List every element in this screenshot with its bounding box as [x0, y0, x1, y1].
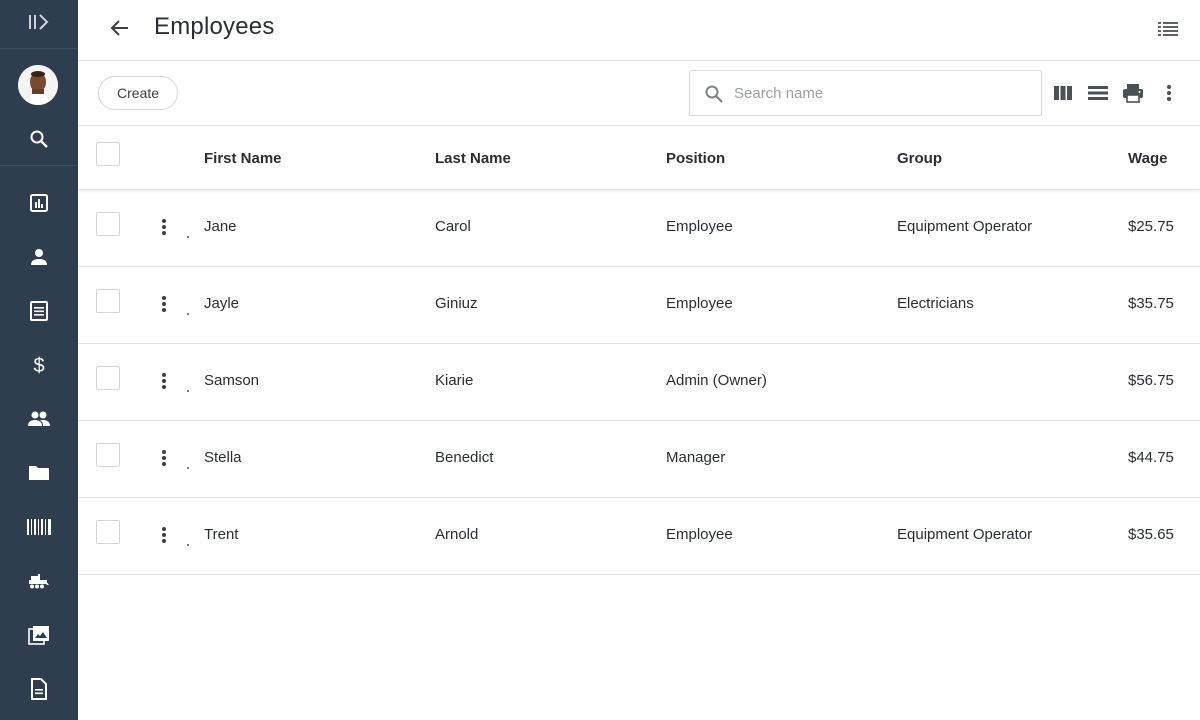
- cell-last-name: Carol: [435, 218, 471, 235]
- cell-wage: $44.75: [1128, 449, 1174, 466]
- cell-first-name: Jayle: [204, 295, 240, 312]
- row-indicator: [187, 390, 189, 392]
- cell-last-name: Benedict: [435, 449, 494, 466]
- table-row[interactable]: Jane Carol Employee Equipment Operator $…: [78, 190, 1200, 267]
- search-icon[interactable]: [0, 119, 78, 159]
- cell-group: Electricians: [897, 295, 974, 312]
- search-input[interactable]: [734, 81, 1024, 105]
- cell-position: Employee: [666, 218, 733, 235]
- table-row[interactable]: Trent Arnold Employee Equipment Operator…: [78, 498, 1200, 575]
- person-icon[interactable]: [0, 237, 78, 277]
- density-icon[interactable]: [1086, 81, 1110, 105]
- row-menu-icon[interactable]: [154, 370, 174, 392]
- row-indicator: [187, 236, 189, 238]
- row-menu-icon[interactable]: [154, 447, 174, 469]
- more-options-icon[interactable]: [1157, 81, 1181, 105]
- equipment-icon[interactable]: [0, 561, 78, 601]
- row-checkbox[interactable]: [96, 520, 120, 544]
- cell-wage: $25.75: [1128, 218, 1174, 235]
- row-checkbox[interactable]: [96, 212, 120, 236]
- toolbar: Create: [78, 61, 1200, 126]
- cell-wage: $56.75: [1128, 372, 1174, 389]
- reports-icon[interactable]: [0, 183, 78, 223]
- cell-position: Admin (Owner): [666, 372, 767, 389]
- cell-wage: $35.65: [1128, 526, 1174, 543]
- expand-sidebar-icon[interactable]: [0, 2, 78, 42]
- row-checkbox[interactable]: [96, 289, 120, 313]
- avatar[interactable]: [18, 65, 58, 105]
- barcode-icon[interactable]: [0, 507, 78, 547]
- search-icon: [704, 84, 724, 109]
- search-box: [689, 70, 1042, 116]
- cell-group: Equipment Operator: [897, 218, 1033, 235]
- cell-wage: $35.75: [1128, 295, 1174, 312]
- sidebar-divider: [0, 48, 78, 49]
- dollar-icon[interactable]: $: [0, 345, 78, 385]
- column-header-last-name[interactable]: Last Name: [435, 150, 511, 167]
- row-menu-icon[interactable]: [154, 293, 174, 315]
- row-checkbox[interactable]: [96, 443, 120, 467]
- cell-position: Employee: [666, 295, 733, 312]
- cell-last-name: Arnold: [435, 526, 479, 543]
- back-arrow-icon[interactable]: [106, 16, 134, 40]
- page-header: Employees: [78, 0, 1200, 61]
- column-header-position[interactable]: Position: [666, 150, 725, 167]
- columns-view-icon[interactable]: [1051, 81, 1075, 105]
- table-header: First Name Last Name Position Group Wage: [78, 126, 1200, 190]
- document-icon[interactable]: [0, 291, 78, 331]
- cell-first-name: Trent: [204, 526, 239, 543]
- people-icon[interactable]: [0, 399, 78, 439]
- file-icon[interactable]: [0, 669, 78, 709]
- row-checkbox[interactable]: [96, 366, 120, 390]
- row-indicator: [187, 467, 189, 469]
- employees-table: First Name Last Name Position Group Wage…: [78, 126, 1200, 575]
- page-title: Employees: [154, 13, 275, 40]
- column-header-first-name[interactable]: First Name: [204, 150, 282, 167]
- row-menu-icon[interactable]: [154, 524, 174, 546]
- cell-first-name: Jane: [204, 218, 237, 235]
- list-view-icon[interactable]: [1156, 18, 1180, 40]
- table-row[interactable]: Samson Kiarie Admin (Owner) $56.75: [78, 344, 1200, 421]
- row-indicator: [187, 313, 189, 315]
- cell-last-name: Kiarie: [435, 372, 474, 389]
- column-header-group[interactable]: Group: [897, 150, 942, 167]
- cell-position: Employee: [666, 526, 733, 543]
- select-all-checkbox[interactable]: [96, 142, 120, 166]
- column-header-wage[interactable]: Wage: [1128, 150, 1167, 167]
- create-button[interactable]: Create: [98, 76, 179, 110]
- cell-first-name: Samson: [204, 372, 260, 389]
- cell-last-name: Giniuz: [435, 295, 478, 312]
- folder-icon[interactable]: [0, 453, 78, 493]
- svg-text:$: $: [33, 355, 44, 376]
- sidebar: $: [0, 0, 78, 720]
- photos-icon[interactable]: [0, 615, 78, 655]
- print-icon[interactable]: [1121, 81, 1145, 105]
- cell-first-name: Stella: [204, 449, 242, 466]
- cell-position: Manager: [666, 449, 726, 466]
- table-row[interactable]: Jayle Giniuz Employee Electricians $35.7…: [78, 267, 1200, 344]
- sidebar-divider: [0, 165, 78, 166]
- row-indicator: [187, 544, 189, 546]
- table-row[interactable]: Stella Benedict Manager $44.75: [78, 421, 1200, 498]
- row-menu-icon[interactable]: [154, 216, 174, 238]
- cell-group: Equipment Operator: [897, 526, 1033, 543]
